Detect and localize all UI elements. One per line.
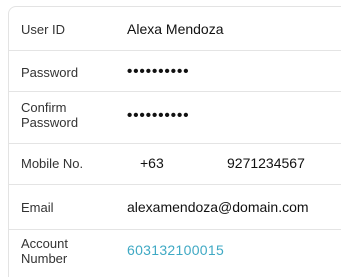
email-field[interactable]: alexamendoza@domain.com [127,199,309,215]
confirm-password-row: Confirm Password •••••••••• [9,91,341,144]
country-code-field[interactable]: +63 [140,155,164,171]
email-row: Email alexamendoza@domain.com [9,184,341,230]
mobile-row: Mobile No. +63 9271234567 [9,143,341,185]
mobile-number-field[interactable]: 9271234567 [227,155,305,171]
user-id-field[interactable]: Alexa Mendoza [127,21,224,37]
confirm-password-label: Confirm Password [21,100,79,130]
registration-form: User ID Alexa Mendoza Password •••••••••… [8,6,341,277]
user-id-row: User ID Alexa Mendoza [9,7,341,51]
account-number-label: Account Number [21,236,68,266]
password-row: Password •••••••••• [9,50,341,92]
account-number-value: 603132100015 [127,242,225,258]
user-id-label: User ID [21,22,66,37]
confirm-password-field[interactable]: •••••••••• [127,107,190,124]
email-label: Email [21,200,54,215]
mobile-label: Mobile No. [21,156,84,171]
password-label: Password [21,65,79,80]
account-number-row: Account Number 603132100015 [9,229,341,279]
password-field[interactable]: •••••••••• [127,63,190,80]
